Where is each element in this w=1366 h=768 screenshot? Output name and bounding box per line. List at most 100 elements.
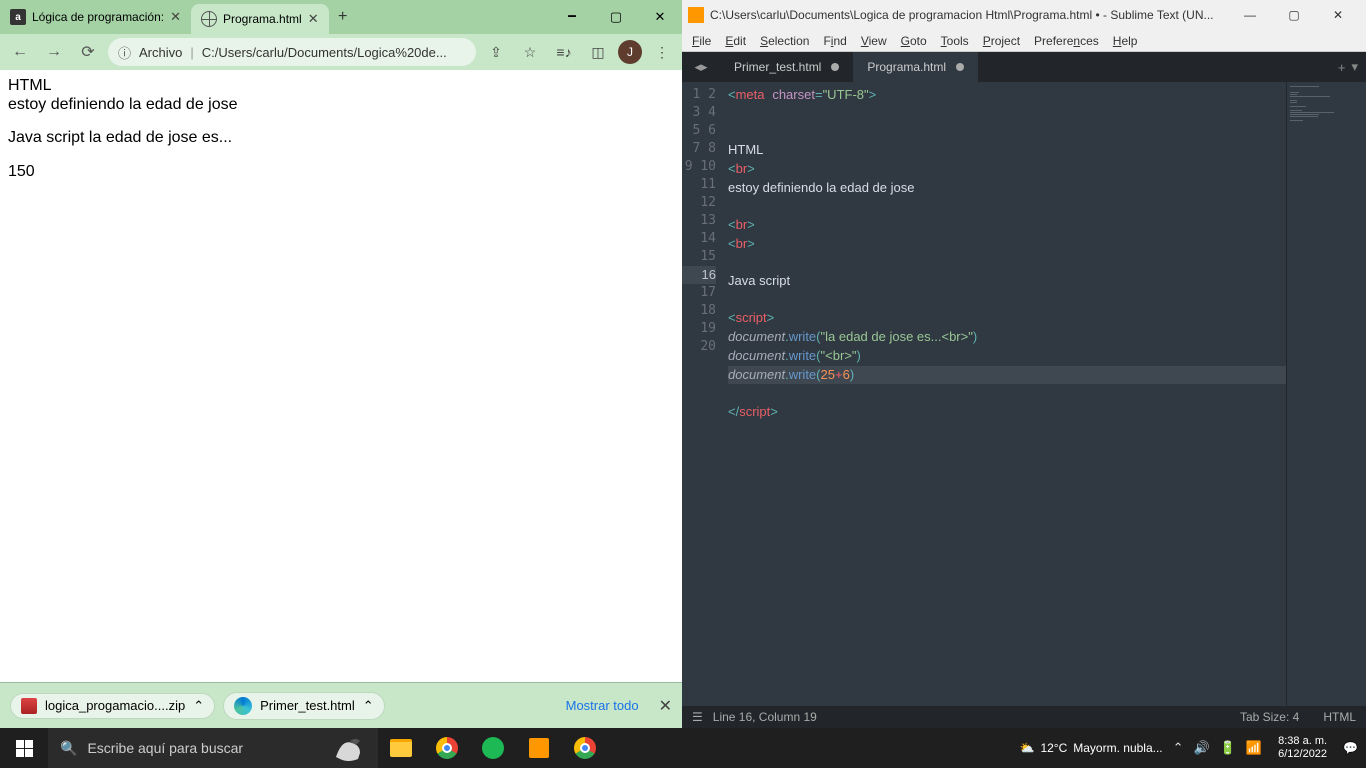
browser-tab-active[interactable]: Programa.html ✕ bbox=[191, 4, 329, 34]
favicon-a-icon: a bbox=[10, 9, 26, 25]
page-text: Java script la edad de jose es... bbox=[8, 128, 674, 147]
page-text: HTML bbox=[8, 76, 674, 95]
back-button[interactable]: ← bbox=[6, 38, 34, 66]
folder-icon bbox=[390, 739, 412, 757]
close-icon[interactable]: ✕ bbox=[170, 9, 181, 25]
status-bar: ☰ Line 16, Column 19 Tab Size: 4 HTML bbox=[682, 706, 1366, 728]
volume-icon[interactable]: 🔊 bbox=[1194, 740, 1210, 756]
dirty-indicator-icon bbox=[956, 63, 964, 71]
show-all-downloads[interactable]: Mostrar todo bbox=[566, 698, 639, 713]
windows-logo-icon bbox=[16, 740, 33, 757]
taskbar-app-explorer[interactable] bbox=[378, 728, 424, 768]
tab-dropdown-icon[interactable]: ▾ bbox=[1351, 59, 1358, 75]
editor-body: 1 2 3 4 5 6 7 8 9 10 11 12 13 14 15 16 1… bbox=[682, 82, 1366, 706]
tab-title: Programa.html bbox=[223, 12, 302, 26]
menu-find[interactable]: Find bbox=[817, 32, 852, 50]
side-panel-icon[interactable]: ◫ bbox=[584, 38, 612, 66]
spotify-icon bbox=[482, 737, 504, 759]
battery-icon[interactable]: 🔋 bbox=[1220, 740, 1236, 756]
menu-selection[interactable]: Selection bbox=[754, 32, 815, 50]
cortana-bird-icon bbox=[330, 733, 366, 763]
editor-tabs: ◂▸ Primer_test.html Programa.html + ▾ bbox=[682, 52, 1366, 82]
close-icon[interactable]: ✕ bbox=[1316, 8, 1360, 22]
reload-button[interactable]: ⟳ bbox=[74, 38, 102, 66]
chevron-up-icon[interactable]: ⌃ bbox=[193, 698, 204, 714]
taskbar-app-sublime[interactable] bbox=[516, 728, 562, 768]
maximize-icon[interactable]: ▢ bbox=[1272, 8, 1316, 22]
download-item[interactable]: Primer_test.html ⌃ bbox=[223, 692, 385, 720]
window-title: C:\Users\carlu\Documents\Logica de progr… bbox=[710, 8, 1228, 22]
tab-filename: Programa.html bbox=[867, 60, 946, 74]
menu-preferences[interactable]: Preferences bbox=[1028, 32, 1105, 50]
tab-title: Lógica de programación: bbox=[32, 10, 164, 24]
start-button[interactable] bbox=[0, 728, 48, 768]
download-filename: Primer_test.html bbox=[260, 698, 355, 713]
taskbar-search[interactable]: 🔍 Escribe aquí para buscar bbox=[48, 728, 378, 768]
chrome-toolbar: ← → ⟳ ⓘ Archivo | C:/Users/carlu/Documen… bbox=[0, 34, 682, 70]
wifi-icon[interactable]: 📶 bbox=[1246, 740, 1262, 756]
edge-icon bbox=[234, 697, 252, 715]
sublime-window: C:\Users\carlu\Documents\Logica de progr… bbox=[682, 0, 1366, 728]
downloads-bar: logica_progamacio....zip ⌃ Primer_test.h… bbox=[0, 682, 682, 728]
kebab-menu-icon[interactable]: ⋮ bbox=[648, 38, 676, 66]
minimize-icon[interactable]: 🗕 bbox=[550, 0, 594, 34]
close-icon[interactable]: ✕ bbox=[659, 696, 672, 716]
reading-list-icon[interactable]: ≡♪ bbox=[550, 38, 578, 66]
status-tabsize[interactable]: Tab Size: 4 bbox=[1240, 710, 1299, 724]
weather-icon: ⛅ bbox=[1020, 741, 1035, 755]
address-url: C:/Users/carlu/Documents/Logica%20de... bbox=[202, 45, 466, 60]
line-gutter[interactable]: 1 2 3 4 5 6 7 8 9 10 11 12 13 14 15 16 1… bbox=[682, 82, 724, 706]
search-icon: 🔍 bbox=[60, 740, 77, 757]
taskbar-app-chrome[interactable] bbox=[424, 728, 470, 768]
menu-bar: File Edit Selection Find View Goto Tools… bbox=[682, 30, 1366, 52]
status-hamburger-icon[interactable]: ☰ bbox=[692, 710, 703, 724]
clock-date: 6/12/2022 bbox=[1278, 748, 1327, 761]
status-syntax[interactable]: HTML bbox=[1323, 710, 1356, 724]
editor-tab-active[interactable]: Programa.html bbox=[853, 52, 978, 82]
system-tray: ⛅ 12°C Mayorm. nubla... ⌃ 🔊 🔋 📶 8:38 a. … bbox=[1020, 728, 1366, 768]
minimize-icon[interactable]: — bbox=[1228, 8, 1272, 22]
maximize-icon[interactable]: ▢ bbox=[594, 0, 638, 34]
sublime-titlebar[interactable]: C:\Users\carlu\Documents\Logica de progr… bbox=[682, 0, 1366, 30]
minimap[interactable] bbox=[1286, 82, 1366, 706]
weather-widget[interactable]: ⛅ 12°C Mayorm. nubla... bbox=[1020, 741, 1163, 755]
bookmark-icon[interactable]: ☆ bbox=[516, 38, 544, 66]
taskbar-apps bbox=[378, 728, 608, 768]
clock-time: 8:38 a. m. bbox=[1278, 735, 1327, 748]
menu-file[interactable]: File bbox=[686, 32, 717, 50]
menu-edit[interactable]: Edit bbox=[719, 32, 752, 50]
chevron-up-icon[interactable]: ⌃ bbox=[1173, 740, 1184, 756]
sublime-logo-icon bbox=[688, 7, 704, 23]
menu-project[interactable]: Project bbox=[977, 32, 1026, 50]
globe-icon bbox=[201, 11, 217, 27]
search-placeholder: Escribe aquí para buscar bbox=[87, 740, 243, 756]
browser-tab-inactive[interactable]: a Lógica de programación: ✕ bbox=[0, 0, 191, 34]
taskbar-app-chrome-2[interactable] bbox=[562, 728, 608, 768]
window-controls: — ▢ ✕ bbox=[1228, 8, 1360, 22]
menu-goto[interactable]: Goto bbox=[895, 32, 933, 50]
tray-icons: ⌃ 🔊 🔋 📶 bbox=[1173, 740, 1262, 756]
menu-help[interactable]: Help bbox=[1107, 32, 1144, 50]
download-item[interactable]: logica_progamacio....zip ⌃ bbox=[10, 693, 215, 719]
code-area[interactable]: <meta charset="UTF-8"> HTML <br> estoy d… bbox=[724, 82, 1286, 706]
taskbar: 🔍 Escribe aquí para buscar ⛅ 12°C Mayorm… bbox=[0, 728, 1366, 768]
taskbar-clock[interactable]: 8:38 a. m. 6/12/2022 bbox=[1272, 735, 1333, 761]
profile-avatar[interactable]: J bbox=[618, 40, 642, 64]
status-cursor-pos[interactable]: Line 16, Column 19 bbox=[713, 710, 817, 724]
address-prefix: Archivo bbox=[139, 45, 182, 60]
taskbar-app-spotify[interactable] bbox=[470, 728, 516, 768]
menu-view[interactable]: View bbox=[855, 32, 893, 50]
new-tab-button[interactable]: + bbox=[329, 0, 357, 34]
close-icon[interactable]: ✕ bbox=[308, 11, 319, 27]
address-bar[interactable]: ⓘ Archivo | C:/Users/carlu/Documents/Log… bbox=[108, 38, 476, 66]
close-icon[interactable]: ✕ bbox=[638, 0, 682, 34]
new-tab-icon[interactable]: + bbox=[1338, 60, 1346, 75]
notifications-icon[interactable]: 💬 bbox=[1343, 741, 1358, 755]
weather-temp: 12°C bbox=[1040, 741, 1067, 755]
tab-nav[interactable]: ◂▸ bbox=[682, 52, 720, 82]
editor-tab[interactable]: Primer_test.html bbox=[720, 52, 853, 82]
forward-button[interactable]: → bbox=[40, 38, 68, 66]
share-icon[interactable]: ⇪ bbox=[482, 38, 510, 66]
chevron-up-icon[interactable]: ⌃ bbox=[363, 698, 374, 714]
menu-tools[interactable]: Tools bbox=[935, 32, 975, 50]
